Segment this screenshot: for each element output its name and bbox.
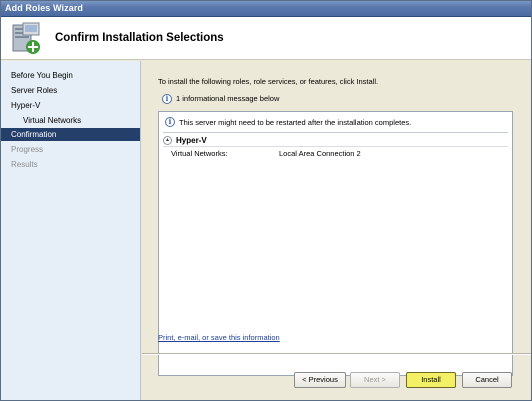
chevron-up-icon[interactable]: ▲ <box>163 135 172 145</box>
info-summary: i 1 informational message below <box>162 92 279 105</box>
nav-item-virtual-networks[interactable]: Virtual Networks <box>1 114 140 127</box>
server-add-icon <box>12 22 40 54</box>
info-icon: i <box>162 93 172 104</box>
nav-item-progress: Progress <box>11 145 44 154</box>
wizard-content: To install the following roles, role ser… <box>142 61 531 400</box>
install-button[interactable]: Install <box>406 372 456 388</box>
section-divider <box>163 146 508 147</box>
nav-item-confirmation[interactable]: Confirmation <box>1 128 140 141</box>
page-title: Confirm Installation Selections <box>55 32 224 44</box>
detail-key: Virtual Networks: <box>171 149 228 158</box>
info-count-text: 1 informational message below <box>176 94 280 103</box>
nav-item-results: Results <box>11 160 38 169</box>
section-title: Hyper-V <box>176 135 207 145</box>
previous-button[interactable]: < Previous <box>294 372 346 388</box>
restart-message: i This server might need to be restarted… <box>165 117 411 127</box>
section-header-hyper-v[interactable]: ▲ Hyper-V <box>163 134 207 146</box>
panel-divider <box>163 132 508 133</box>
footer-divider-highlight <box>142 354 531 355</box>
detail-value: Local Area Connection 2 <box>279 149 361 158</box>
wizard-header: Confirm Installation Selections <box>1 17 531 60</box>
restart-message-text: This server might need to be restarted a… <box>179 117 412 127</box>
info-icon: i <box>165 117 175 127</box>
instruction-text: To install the following roles, role ser… <box>158 77 379 86</box>
window-title: Add Roles Wizard <box>5 3 84 13</box>
nav-item-server-roles[interactable]: Server Roles <box>1 84 140 97</box>
nav-item-before-you-begin[interactable]: Before You Begin <box>1 69 140 82</box>
print-email-save-link[interactable]: Print, e-mail, or save this information <box>158 333 280 342</box>
cancel-button[interactable]: Cancel <box>462 372 512 388</box>
title-bar[interactable]: Add Roles Wizard <box>1 1 531 17</box>
nav-item-hyper-v[interactable]: Hyper-V <box>1 99 140 112</box>
add-roles-wizard-window: Add Roles Wizard Confirm Installation Se… <box>0 0 532 401</box>
next-button[interactable]: Next > <box>350 372 400 388</box>
wizard-nav: Before You Begin Server Roles Hyper-V Vi… <box>1 61 141 400</box>
